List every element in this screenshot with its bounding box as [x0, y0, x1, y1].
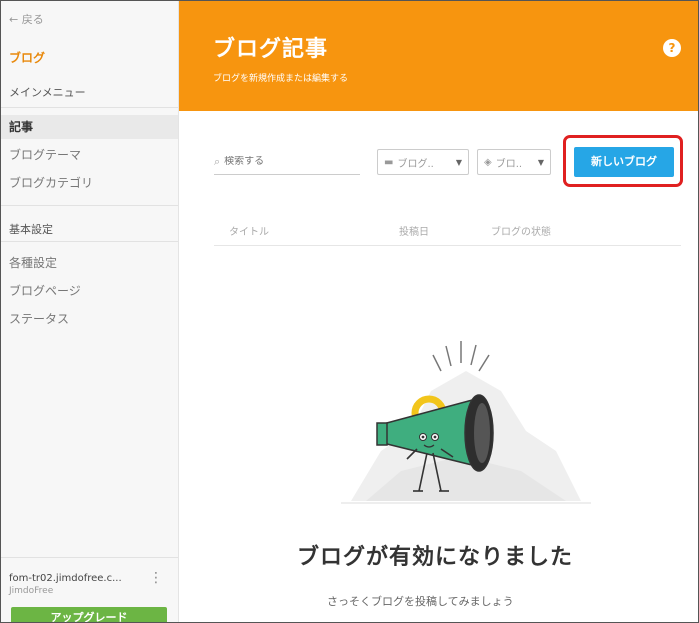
folder-icon: ▬ — [384, 156, 394, 168]
megaphone-illustration — [341, 341, 591, 504]
sidebar-item-status[interactable]: ステータス — [1, 307, 178, 331]
main-menu-heading: メインメニュー — [9, 86, 86, 99]
sidebar-item-blog-theme[interactable]: ブログテーマ — [1, 143, 178, 167]
chevron-down-icon: ▼ — [455, 157, 462, 167]
tag-dropdown[interactable]: ◈ ブロ.. ▼ — [477, 149, 551, 175]
divider — [1, 241, 178, 242]
divider — [1, 205, 178, 206]
sidebar-item-blog-page[interactable]: ブログページ — [1, 279, 178, 303]
tag-icon: ◈ — [484, 156, 492, 168]
highlight-annotation — [563, 135, 683, 187]
category-dropdown-value: ブログ.. — [397, 158, 434, 170]
back-link[interactable]: ← 戻る — [9, 11, 44, 27]
page-title: ブログ記事 — [213, 37, 329, 62]
category-dropdown[interactable]: ▬ ブログ.. ▼ — [377, 149, 469, 175]
column-header-title[interactable]: タイトル — [229, 223, 269, 238]
back-label: ← 戻る — [9, 13, 44, 26]
sidebar: ← 戻る ブログ メインメニュー 記事 ブログテーマ ブログカテゴリ 基本設定 … — [1, 1, 179, 622]
empty-state-title: ブログが有効になりました — [297, 545, 574, 570]
sidebar-item-blog-category[interactable]: ブログカテゴリ — [1, 171, 178, 195]
column-header-date[interactable]: 投稿日 — [399, 223, 429, 238]
divider — [1, 107, 178, 108]
app-window: ← 戻る ブログ メインメニュー 記事 ブログテーマ ブログカテゴリ 基本設定 … — [0, 0, 699, 623]
chevron-down-icon: ▼ — [537, 157, 544, 167]
search-box: ⌕ — [214, 149, 360, 175]
page-header: ブログ記事 ブログを新規作成または編集する ? — [179, 1, 698, 111]
search-input[interactable] — [224, 156, 345, 167]
search-icon: ⌕ — [214, 154, 221, 168]
empty-state-subtitle: さっそくブログを投稿してみましょう — [327, 595, 514, 608]
tag-dropdown-value: ブロ.. — [495, 158, 523, 170]
sidebar-item-settings[interactable]: 各種設定 — [1, 251, 178, 275]
basic-settings-heading: 基本設定 — [9, 223, 53, 236]
column-header-status[interactable]: ブログの状態 — [491, 223, 551, 238]
page-subtitle: ブログを新規作成または編集する — [213, 74, 349, 84]
plan-name: JimdoFree — [9, 586, 54, 596]
help-icon[interactable]: ? — [663, 39, 681, 57]
table-header-divider — [214, 245, 681, 246]
sidebar-title: ブログ — [9, 51, 46, 65]
more-options-icon[interactable]: ⋮ — [149, 571, 163, 585]
site-name: fom-tr02.jimdofree.c... — [9, 573, 122, 584]
upgrade-button[interactable]: アップグレード — [11, 607, 167, 622]
divider — [1, 557, 178, 558]
sidebar-item-articles[interactable]: 記事 — [1, 115, 178, 139]
